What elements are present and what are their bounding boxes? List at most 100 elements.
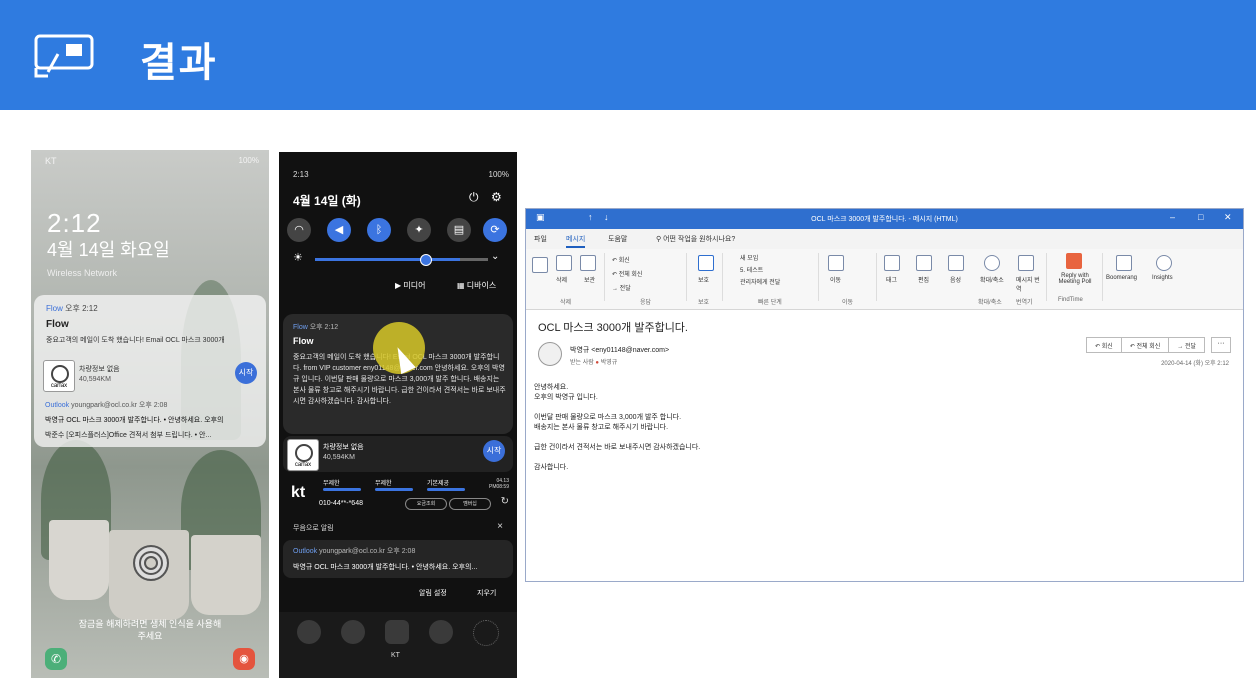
insights-button[interactable]: Insights bbox=[1152, 275, 1173, 281]
kt-col-1: 무제한 bbox=[323, 481, 340, 487]
quick-step-3[interactable]: 관리자에게 전달 bbox=[740, 277, 780, 286]
fingerprint-icon[interactable] bbox=[133, 545, 169, 581]
tell-me-search[interactable]: ⚲ 어떤 작업을 원하시나요? bbox=[656, 234, 735, 244]
phone-icon[interactable]: ✆ bbox=[45, 648, 67, 670]
boomerang-button[interactable]: Boomerang bbox=[1106, 275, 1137, 281]
reply-button[interactable]: ↶ 회신 bbox=[1087, 338, 1122, 352]
quick-step-1[interactable]: 새 모임 bbox=[740, 253, 758, 262]
up-arrow-icon[interactable]: ↑ bbox=[588, 212, 593, 222]
start-button[interactable]: 시작 bbox=[235, 362, 257, 384]
group-findtime: FindTime bbox=[1058, 297, 1083, 303]
delete-icon[interactable] bbox=[556, 255, 572, 271]
kt-fee-button[interactable]: 요금조회 bbox=[405, 498, 447, 510]
browser-icon[interactable] bbox=[429, 620, 453, 644]
mail-preview: 박영규 OCL 마스크 3000개 발주합니다. • 안녕하세요. 오후의... bbox=[293, 564, 478, 571]
mail-preview-2[interactable]: 박준수 [오피스플러스]Office 견적서 첨부 드립니다. • 안... bbox=[45, 430, 260, 440]
media-button[interactable]: ▶ 미디어 bbox=[395, 280, 425, 291]
delete-button[interactable]: 삭제 bbox=[556, 275, 567, 284]
device-button[interactable]: ▦ 디바이스 bbox=[457, 280, 496, 291]
start-button[interactable]: 시작 bbox=[483, 440, 505, 462]
separator bbox=[686, 253, 687, 301]
outlook-notification[interactable]: Outlook youngpark@ocl.co.kr 오후 2:08 박영규 … bbox=[283, 540, 513, 578]
carfax-icon: carfax bbox=[43, 360, 75, 392]
message-subject: OCL 마스크 3000개 발주합니다. bbox=[538, 322, 688, 334]
more-options-icon[interactable]: ··· bbox=[1211, 337, 1231, 353]
forward-button[interactable]: → 전달 bbox=[612, 283, 631, 292]
messages-icon[interactable] bbox=[341, 620, 365, 644]
down-arrow-icon[interactable]: ↓ bbox=[604, 212, 609, 222]
forward-button[interactable]: → 전달 bbox=[1169, 338, 1204, 352]
reply-meeting-poll-button[interactable]: Reply with Meeting Poll bbox=[1052, 273, 1098, 285]
zoom-icon[interactable] bbox=[984, 255, 1000, 271]
kt-membership-button[interactable]: 멤버십 bbox=[449, 498, 491, 510]
close-icon[interactable]: × bbox=[497, 521, 503, 532]
maximize-icon[interactable]: □ bbox=[1198, 212, 1203, 222]
flag-icon[interactable] bbox=[884, 255, 900, 271]
clear-button[interactable]: 지우기 bbox=[477, 588, 496, 598]
body-line: 오후의 박영규 입니다. bbox=[534, 394, 598, 401]
reply-button[interactable]: ↶ 회신 bbox=[612, 255, 630, 264]
voice-button[interactable]: 음성 bbox=[950, 275, 961, 284]
save-icon[interactable]: ▣ bbox=[536, 212, 545, 223]
outlook-message-window: OCL 마스크 3000개 발주합니다. - 메시지 (HTML) ▣ ↑ ↓ … bbox=[525, 208, 1244, 582]
quick-step-2[interactable]: 5. 테스트 bbox=[740, 265, 763, 274]
protect-button[interactable]: 보호 bbox=[698, 275, 709, 284]
power-icon[interactable]: ⏻ bbox=[469, 190, 479, 205]
reply-all-button[interactable]: ↶ 전체 회신 bbox=[612, 269, 642, 278]
mail-preview-1[interactable]: 박영규 OCL 마스크 3000개 발주합니다. • 안녕하세요. 오후의 bbox=[45, 415, 260, 425]
status-time: 2:13 bbox=[293, 170, 309, 179]
sender[interactable]: 박영규 <eny01148@naver.com> bbox=[570, 345, 669, 355]
document-toggle-icon[interactable]: ▤ bbox=[447, 218, 471, 242]
zoom-button[interactable]: 확대/축소 bbox=[980, 275, 1004, 284]
boomerang-icon[interactable] bbox=[1116, 255, 1132, 271]
group-respond: 응답 bbox=[640, 300, 652, 306]
kt-logo: kt bbox=[291, 484, 306, 501]
group-zoom: 확대/축소 bbox=[978, 300, 1002, 306]
carfax-notification[interactable]: carfax 차량정보 없음 40,594KM 시작 bbox=[39, 358, 265, 398]
bluetooth-toggle-icon[interactable]: ᛒ bbox=[367, 218, 391, 242]
tab-help[interactable]: 도움말 bbox=[608, 234, 627, 244]
wifi-toggle-icon[interactable]: ◠ bbox=[287, 218, 311, 242]
separator bbox=[876, 253, 877, 301]
car-km: 40,594KM bbox=[323, 454, 355, 461]
apps-grid-icon[interactable] bbox=[473, 620, 499, 646]
gear-icon[interactable]: ⚙ bbox=[491, 190, 502, 204]
separator bbox=[818, 253, 819, 301]
archive-button[interactable]: 보관 bbox=[584, 275, 595, 284]
edit-button[interactable]: 편집 bbox=[918, 275, 929, 284]
carfax-notification[interactable]: carfax 차량정보 없음 40,594KM 시작 bbox=[283, 436, 513, 472]
close-icon[interactable]: ✕ bbox=[1224, 212, 1232, 223]
brightness-slider[interactable] bbox=[420, 254, 432, 266]
voice-icon[interactable] bbox=[948, 255, 964, 271]
separator bbox=[604, 253, 605, 301]
tags-button[interactable]: 태그 bbox=[886, 275, 897, 284]
chevron-down-icon[interactable]: ⌄ bbox=[491, 251, 499, 262]
lock-icon[interactable] bbox=[698, 255, 714, 271]
translate-icon[interactable] bbox=[1018, 255, 1034, 271]
flashlight-toggle-icon[interactable]: ✦ bbox=[407, 218, 431, 242]
refresh-icon[interactable]: ↻ bbox=[501, 496, 509, 507]
minimize-icon[interactable]: – bbox=[1170, 212, 1175, 222]
move-button[interactable]: 이동 bbox=[830, 275, 841, 284]
findtime-icon[interactable] bbox=[1066, 253, 1082, 269]
notif-title: Flow bbox=[46, 319, 69, 330]
message-date: 2020-04-14 (화) 오후 2:12 bbox=[1161, 361, 1229, 367]
alarm-settings-button[interactable]: 알림 설정 bbox=[419, 588, 447, 598]
kt-app-icon[interactable] bbox=[385, 620, 409, 644]
reply-all-button[interactable]: ↶ 전체 회신 bbox=[1122, 338, 1170, 352]
sound-toggle-icon[interactable]: ◀ bbox=[327, 218, 351, 242]
camera-icon[interactable]: ◉ bbox=[233, 648, 255, 670]
phone-icon[interactable] bbox=[297, 620, 321, 644]
kt-widget[interactable]: kt 무제한 무제한 기본제공 010-44**-*648 요금조회 멤버십 0… bbox=[283, 474, 513, 516]
tab-message[interactable]: 메시지 bbox=[566, 234, 586, 248]
insights-icon[interactable] bbox=[1156, 255, 1172, 271]
rotate-toggle-icon[interactable]: ⟳ bbox=[483, 218, 507, 242]
tab-file[interactable]: 파일 bbox=[534, 234, 547, 244]
junk-icon[interactable] bbox=[532, 257, 548, 273]
archive-icon[interactable] bbox=[580, 255, 596, 271]
ribbon: 삭제 보관 삭제 ↶ 회신 ↶ 전체 회신 → 전달 응답 보호 보호 새 모임… bbox=[526, 249, 1243, 310]
silent-label: 무음으로 알림 bbox=[293, 525, 334, 532]
translate-button[interactable]: 메시지 번역 bbox=[1016, 275, 1040, 293]
move-icon[interactable] bbox=[828, 255, 844, 271]
search-icon[interactable] bbox=[916, 255, 932, 271]
